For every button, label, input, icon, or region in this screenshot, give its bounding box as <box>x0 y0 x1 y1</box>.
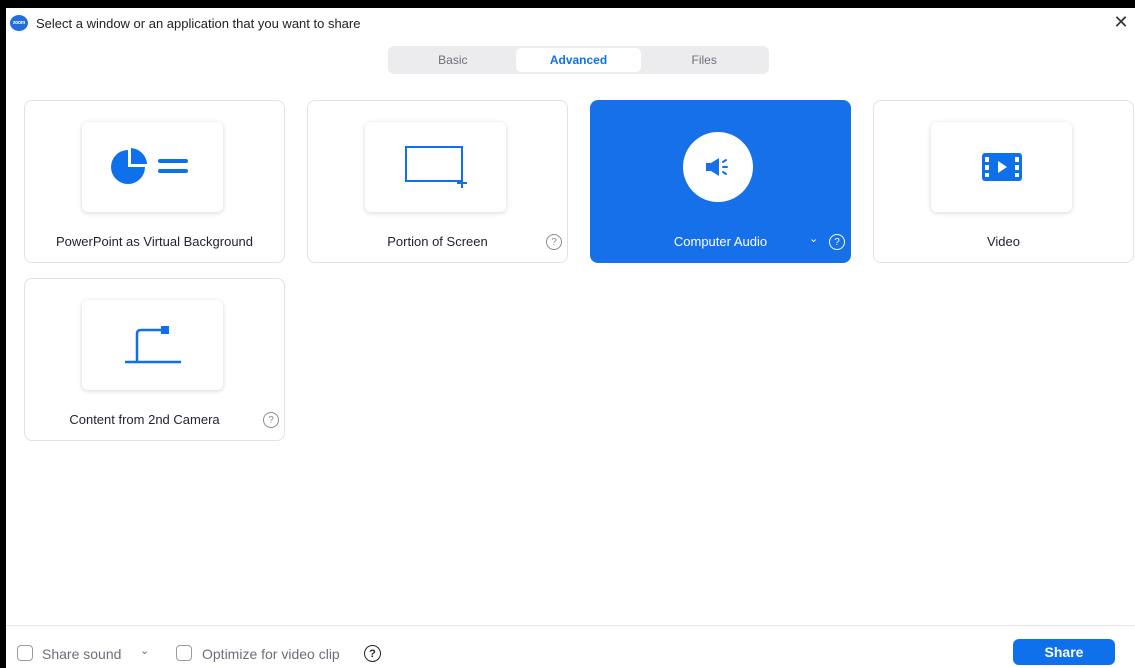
portion-of-screen-icon <box>404 146 467 188</box>
option-label: PowerPoint as Virtual Background <box>55 234 254 249</box>
optimize-video-checkbox[interactable] <box>176 645 192 661</box>
tab-files[interactable]: Files <box>641 48 767 72</box>
option-computer-audio[interactable]: Computer Audio ⌄ ? <box>590 100 851 263</box>
title-bar: zoom Select a window or an application t… <box>6 8 1135 38</box>
optimize-video-label: Optimize for video clip <box>202 646 340 662</box>
option-label: Video <box>986 234 1020 249</box>
option-content-from-2nd-camera[interactable]: Content from 2nd Camera ? <box>24 278 285 441</box>
share-sound-chevron-down-icon[interactable]: ⌄ <box>140 644 149 657</box>
option-label: Content from 2nd Camera <box>69 412 220 427</box>
option-thumbnail <box>82 122 223 212</box>
option-label: Portion of Screen <box>387 234 488 249</box>
share-tabs: Basic Advanced Files <box>388 46 769 74</box>
option-thumbnail <box>82 300 223 390</box>
speaker-icon <box>706 158 728 176</box>
option-powerpoint-virtual-background[interactable]: PowerPoint as Virtual Background <box>24 100 285 263</box>
close-button[interactable]: ✕ <box>1111 12 1131 32</box>
option-thumbnail <box>365 122 506 212</box>
video-file-icon <box>981 153 1022 181</box>
chevron-down-icon[interactable]: ⌄ <box>809 232 818 245</box>
share-sound-label: Share sound <box>42 646 122 662</box>
option-video[interactable]: Video <box>873 100 1134 263</box>
help-icon[interactable]: ? <box>263 412 279 428</box>
share-screen-dialog: zoom Select a window or an application t… <box>6 8 1135 668</box>
tab-advanced[interactable]: Advanced <box>515 48 642 72</box>
bottom-divider <box>6 625 1135 626</box>
zoom-logo-text: zoom <box>12 20 26 26</box>
zoom-logo-icon: zoom <box>10 15 28 31</box>
powerpoint-background-icon <box>110 148 188 184</box>
optimize-help-icon[interactable]: ? <box>364 645 381 662</box>
share-sound-checkbox[interactable] <box>17 645 33 661</box>
audio-icon-circle <box>683 132 753 202</box>
dialog-title: Select a window or an application that y… <box>36 16 361 31</box>
help-icon[interactable]: ? <box>546 234 562 250</box>
share-button[interactable]: Share <box>1013 639 1115 665</box>
help-icon[interactable]: ? <box>829 234 845 250</box>
document-camera-icon <box>124 326 181 364</box>
option-thumbnail <box>931 122 1072 212</box>
tab-basic[interactable]: Basic <box>390 48 516 72</box>
option-portion-of-screen[interactable]: Portion of Screen ? <box>307 100 568 263</box>
